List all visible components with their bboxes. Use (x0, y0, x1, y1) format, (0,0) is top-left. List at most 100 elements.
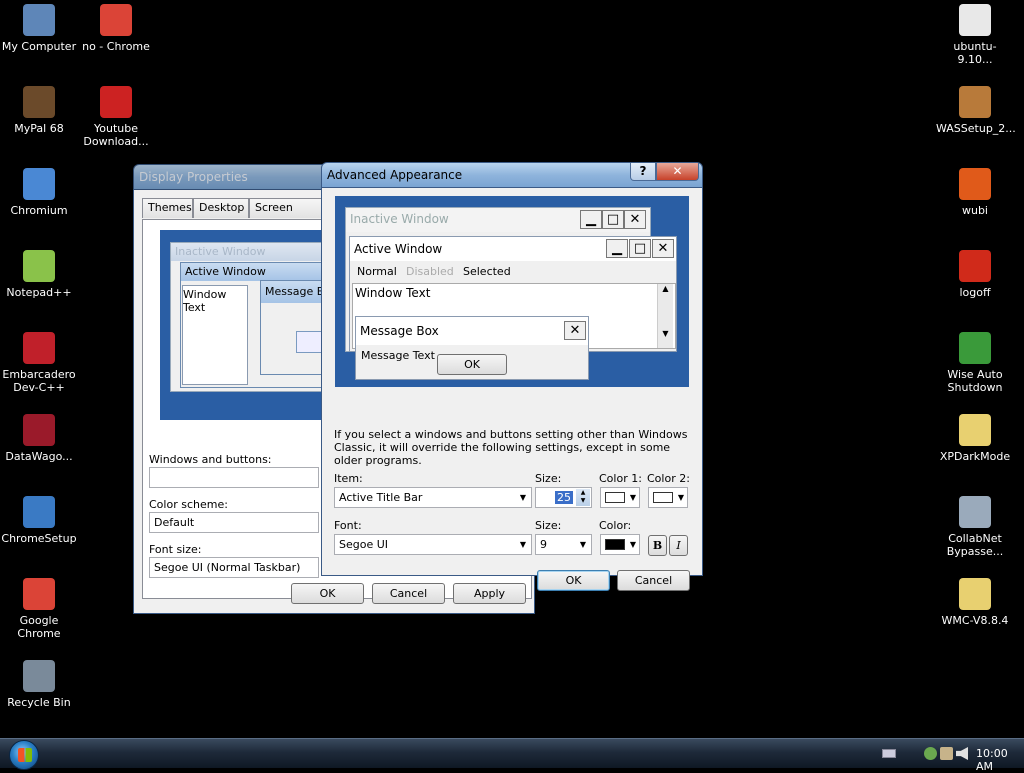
desktop-icon[interactable]: Chromium (0, 168, 78, 217)
file-icon (959, 4, 991, 36)
item-select[interactable]: Active Title Bar ▼ (334, 487, 532, 508)
display-apply-button[interactable]: Apply (453, 583, 526, 604)
color2-picker[interactable]: ▼ (648, 487, 688, 508)
display-ok-button[interactable]: OK (291, 583, 364, 604)
chevron-down-icon: ▼ (677, 493, 685, 502)
tab-themes[interactable]: Themes (142, 198, 193, 218)
security-icon[interactable] (940, 747, 953, 760)
desktop-icon[interactable]: My Computer (0, 4, 78, 53)
computer-icon (23, 4, 55, 36)
maximize-icon: □ (602, 210, 624, 229)
close-icon: ✕ (564, 321, 586, 340)
chromium-icon (23, 168, 55, 200)
color-scheme-label: Color scheme: (149, 498, 228, 511)
desktop-icon-label: Wise Auto Shutdown (947, 368, 1003, 394)
preview-window-text: Window Text (355, 286, 431, 300)
desktop-icon-label: Chromium (10, 204, 68, 217)
desktop-icon-label: WASSetup_2... (936, 122, 1016, 135)
wubi-icon (959, 168, 991, 200)
advanced-cancel-button[interactable]: Cancel (617, 570, 690, 591)
power-icon (959, 250, 991, 282)
maximize-icon: □ (629, 239, 651, 258)
desktop-icon[interactable]: WMC-V8.8.4 (936, 578, 1014, 627)
desktop-icon[interactable]: ubuntu-9.10... (936, 4, 1014, 66)
datawago-icon (23, 414, 55, 446)
desktop-icon[interactable]: Youtube Download... (77, 86, 155, 148)
color-swatch (605, 539, 625, 550)
size-stepper[interactable]: 25 ▲ ▼ (535, 487, 592, 508)
color1-label: Color 1: (599, 472, 642, 485)
chevron-down-icon: ▼ (629, 540, 637, 549)
desktop-icon-label: CollabNet Bypasse... (946, 532, 1004, 558)
close-icon: ✕ (672, 164, 683, 178)
tab-desktop[interactable]: Desktop (193, 198, 249, 218)
clock[interactable]: 10:00 AM (976, 747, 1024, 773)
desktop-icon[interactable]: wubi (936, 168, 1014, 217)
desktop-icon-label: My Computer (1, 40, 77, 53)
color1-picker[interactable]: ▼ (600, 487, 640, 508)
desktop-icon-label: Youtube Download... (83, 122, 149, 148)
advanced-titlebar[interactable]: Advanced Appearance ? ✕ (321, 162, 703, 188)
spin-up-down-icon[interactable]: ▲ ▼ (576, 489, 590, 506)
color2-label: Color 2: (647, 472, 690, 485)
desktop-icon[interactable]: MyPal 68 (0, 86, 78, 135)
start-button[interactable] (9, 740, 39, 770)
menu-selected: Selected (463, 265, 511, 278)
desktop-icon-label: logoff (959, 286, 991, 299)
minimize-icon: ▁ (580, 210, 602, 229)
desktop-icon[interactable]: XPDarkMode (936, 414, 1014, 463)
desktop-icon[interactable]: Google Chrome (0, 578, 78, 640)
advanced-ok-button[interactable]: OK (537, 570, 610, 591)
desktop-icon[interactable]: Wise Auto Shutdown (936, 332, 1014, 394)
help-button[interactable]: ? (630, 163, 656, 181)
desktop-icon[interactable]: Recycle Bin (0, 660, 78, 709)
chevron-down-icon: ▼ (519, 540, 527, 549)
network-icon[interactable] (924, 747, 937, 760)
font-size-select[interactable]: Segoe UI (Normal Taskbar) (149, 557, 319, 578)
zip-folder-icon (959, 578, 991, 610)
desktop-icon[interactable]: CollabNet Bypasse... (936, 496, 1014, 558)
volume-icon[interactable] (956, 747, 968, 760)
desktop-icon[interactable]: WASSetup_2... (936, 86, 1016, 135)
desktop-icon[interactable]: Embarcadero Dev-C++ (0, 332, 78, 394)
bold-button[interactable]: B (648, 535, 667, 556)
desktop-icon[interactable]: ChromeSetup (0, 496, 78, 545)
minimize-icon: ▁ (606, 239, 628, 258)
item-label: Item: (334, 472, 363, 485)
chevron-down-icon: ▼ (629, 493, 637, 502)
desktop-icon[interactable]: no - Chrome (77, 4, 155, 53)
keyboard-icon[interactable] (882, 749, 896, 758)
preview-ok-button: OK (437, 354, 507, 375)
zip-folder-icon (959, 414, 991, 446)
windows-buttons-label: Windows and buttons: (149, 453, 272, 466)
devcpp-icon (23, 332, 55, 364)
setup-icon (23, 496, 55, 528)
color-swatch (605, 492, 625, 503)
installer-icon (959, 496, 991, 528)
close-button[interactable]: ✕ (656, 163, 699, 181)
desktop-icon-label: Google Chrome (17, 614, 61, 640)
desktop-icon[interactable]: Notepad++ (0, 250, 78, 299)
font-color-picker[interactable]: ▼ (600, 534, 640, 555)
chevron-down-icon: ▼ (579, 540, 587, 549)
close-icon: ✕ (624, 210, 646, 229)
windows-logo-icon (18, 748, 32, 762)
help-icon: ? (639, 164, 647, 178)
desktop-icon[interactable]: logoff (936, 250, 1014, 299)
font-select[interactable]: Segoe UI ▼ (334, 534, 532, 555)
windows-buttons-select[interactable] (149, 467, 319, 488)
wise-shutdown-icon (959, 332, 991, 364)
preview-scrollbar: ▲ ▼ (657, 284, 673, 348)
font-size-select[interactable]: 9 ▼ (535, 534, 592, 555)
chrome-icon (23, 578, 55, 610)
italic-button[interactable]: I (669, 535, 688, 556)
color-scheme-select[interactable]: Default (149, 512, 319, 533)
display-properties-title: Display Properties (139, 170, 248, 184)
color-swatch (653, 492, 673, 503)
notepadpp-icon (23, 250, 55, 282)
desktop-icon-label: Embarcadero Dev-C++ (2, 368, 76, 394)
display-cancel-button[interactable]: Cancel (372, 583, 445, 604)
desktop-icon[interactable]: DataWago... (0, 414, 78, 463)
tab-screen-saver[interactable]: Screen Saver (249, 198, 329, 232)
font-color-label: Color: (599, 519, 632, 532)
